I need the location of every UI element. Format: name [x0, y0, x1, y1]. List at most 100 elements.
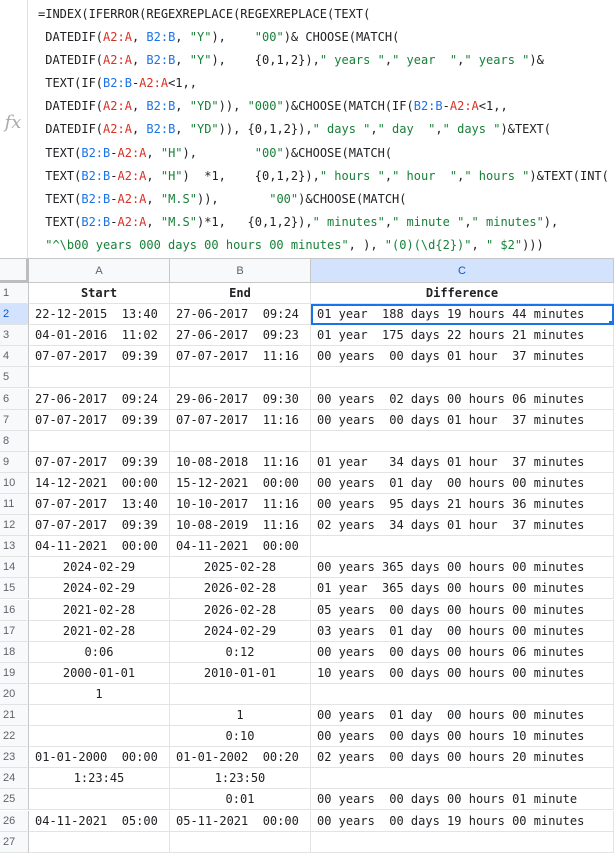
cell-b27[interactable] [170, 831, 311, 853]
cell-c13[interactable] [311, 536, 614, 558]
cell-a21[interactable] [29, 705, 170, 726]
cell-b4[interactable]: 07-07-2017 11:16 [170, 346, 311, 368]
cell-b18[interactable]: 0:12 [170, 641, 311, 663]
cell-b6[interactable]: 29-06-2017 09:30 [170, 388, 311, 410]
cell-b11[interactable]: 10-10-2017 11:16 [170, 494, 311, 515]
cell-c7[interactable]: 00 years 00 days 01 hour 37 minutes [311, 409, 614, 431]
cell-b9[interactable]: 10-08-2018 11:16 [170, 451, 311, 473]
cell-a8[interactable] [29, 430, 170, 452]
cell-b15[interactable]: 2026-02-28 [170, 578, 311, 600]
cell-c4[interactable]: 00 years 00 days 01 hour 37 minutes [311, 346, 614, 368]
column-header-b[interactable]: B [170, 259, 311, 283]
cell-b21[interactable]: 1 [170, 705, 311, 726]
cell-b3[interactable]: 27-06-2017 09:23 [170, 325, 311, 347]
row-header[interactable]: 4 [0, 346, 29, 368]
cell-c2[interactable]: 01 year 188 days 19 hours 44 minutes [311, 304, 614, 326]
row-header[interactable]: 22 [0, 726, 29, 748]
cell-b22[interactable]: 0:10 [170, 726, 311, 748]
cell-b23[interactable]: 01-01-2002 00:20 [170, 747, 311, 769]
cell-c17[interactable]: 03 years 01 day 00 hours 00 minutes [311, 620, 614, 642]
row-header[interactable]: 27 [0, 831, 29, 853]
row-header[interactable]: 3 [0, 325, 29, 347]
cell-b7[interactable]: 07-07-2017 11:16 [170, 409, 311, 431]
row-header[interactable]: 17 [0, 620, 29, 642]
cell-a13[interactable]: 04-11-2021 00:00 [29, 536, 170, 558]
cell-a5[interactable] [29, 367, 170, 389]
cell-c12[interactable]: 02 years 34 days 01 hour 37 minutes [311, 515, 614, 537]
cell-a10[interactable]: 14-12-2021 00:00 [29, 472, 170, 494]
cell-a26[interactable]: 04-11-2021 05:00 [29, 810, 170, 832]
row-header[interactable]: 7 [0, 409, 29, 431]
cell-a16[interactable]: 2021-02-28 [29, 599, 170, 621]
cell-c14[interactable]: 00 years 365 days 00 hours 00 minutes [311, 557, 614, 579]
row-header[interactable]: 6 [0, 388, 29, 410]
row-header[interactable]: 18 [0, 641, 29, 663]
row-header[interactable]: 5 [0, 367, 29, 389]
row-header[interactable]: 1 [0, 283, 29, 304]
row-header[interactable]: 14 [0, 557, 29, 579]
cell-c9[interactable]: 01 year 34 days 01 hour 37 minutes [311, 451, 614, 473]
row-header[interactable]: 9 [0, 451, 29, 473]
cell-b17[interactable]: 2024-02-29 [170, 620, 311, 642]
cell-c11[interactable]: 00 years 95 days 21 hours 36 minutes [311, 494, 614, 515]
cell-a11[interactable]: 07-07-2017 13:40 [29, 494, 170, 515]
cell-c16[interactable]: 05 years 00 days 00 hours 00 minutes [311, 599, 614, 621]
cell-b26[interactable]: 05-11-2021 00:00 [170, 810, 311, 832]
cell-a12[interactable]: 07-07-2017 09:39 [29, 515, 170, 537]
cell-c8[interactable] [311, 430, 614, 452]
cell-a3[interactable]: 04-01-2016 11:02 [29, 325, 170, 347]
row-header[interactable]: 26 [0, 810, 29, 832]
cell-c1[interactable]: Difference [311, 283, 614, 304]
cell-b25[interactable]: 0:01 [170, 789, 311, 811]
column-header-c[interactable]: C [311, 259, 614, 283]
row-header[interactable]: 20 [0, 683, 29, 705]
row-header[interactable]: 2 [0, 304, 29, 326]
cell-a7[interactable]: 07-07-2017 09:39 [29, 409, 170, 431]
row-header[interactable]: 21 [0, 705, 29, 726]
cell-a23[interactable]: 01-01-2000 00:00 [29, 747, 170, 769]
cell-b13[interactable]: 04-11-2021 00:00 [170, 536, 311, 558]
row-header[interactable]: 19 [0, 662, 29, 684]
cell-b16[interactable]: 2026-02-28 [170, 599, 311, 621]
row-header[interactable]: 10 [0, 472, 29, 494]
cell-a2[interactable]: 22-12-2015 13:40 [29, 304, 170, 326]
cell-c26[interactable]: 00 years 00 days 19 hours 00 minutes [311, 810, 614, 832]
cell-a24[interactable]: 1:23:45 [29, 768, 170, 790]
cell-c19[interactable]: 10 years 00 days 00 hours 00 minutes [311, 662, 614, 684]
row-header[interactable]: 25 [0, 789, 29, 811]
row-header[interactable]: 12 [0, 515, 29, 537]
cell-a14[interactable]: 2024-02-29 [29, 557, 170, 579]
row-header[interactable]: 11 [0, 494, 29, 515]
formula-text[interactable]: =INDEX(IFERROR(REGEXREPLACE(REGEXREPLACE… [38, 3, 610, 257]
cell-a4[interactable]: 07-07-2017 09:39 [29, 346, 170, 368]
cell-a18[interactable]: 0:06 [29, 641, 170, 663]
cell-a15[interactable]: 2024-02-29 [29, 578, 170, 600]
cell-a19[interactable]: 2000-01-01 [29, 662, 170, 684]
cell-a27[interactable] [29, 831, 170, 853]
cell-a6[interactable]: 27-06-2017 09:24 [29, 388, 170, 410]
column-header-a[interactable]: A [29, 259, 170, 283]
select-all-corner[interactable] [0, 259, 29, 283]
cell-a25[interactable] [29, 789, 170, 811]
cell-c23[interactable]: 02 years 00 days 00 hours 20 minutes [311, 747, 614, 769]
cell-a22[interactable] [29, 726, 170, 748]
row-header[interactable]: 15 [0, 578, 29, 600]
cell-c22[interactable]: 00 years 00 days 00 hours 10 minutes [311, 726, 614, 748]
formula-bar[interactable]: fx =INDEX(IFERROR(REGEXREPLACE(REGEXREPL… [0, 0, 614, 259]
cell-a20[interactable]: 1 [29, 683, 170, 705]
cell-c15[interactable]: 01 year 365 days 00 hours 00 minutes [311, 578, 614, 600]
cell-b8[interactable] [170, 430, 311, 452]
cell-c20[interactable] [311, 683, 614, 705]
cell-a17[interactable]: 2021-02-28 [29, 620, 170, 642]
cell-b14[interactable]: 2025-02-28 [170, 557, 311, 579]
cell-a1[interactable]: Start [29, 283, 170, 304]
row-header[interactable]: 16 [0, 599, 29, 621]
cell-c21[interactable]: 00 years 01 day 00 hours 00 minutes [311, 705, 614, 726]
cell-b19[interactable]: 2010-01-01 [170, 662, 311, 684]
cell-b2[interactable]: 27-06-2017 09:24 [170, 304, 311, 326]
row-header[interactable]: 23 [0, 747, 29, 769]
cell-b20[interactable] [170, 683, 311, 705]
cell-c24[interactable] [311, 768, 614, 790]
cell-c10[interactable]: 00 years 01 day 00 hours 00 minutes [311, 472, 614, 494]
cell-b10[interactable]: 15-12-2021 00:00 [170, 472, 311, 494]
